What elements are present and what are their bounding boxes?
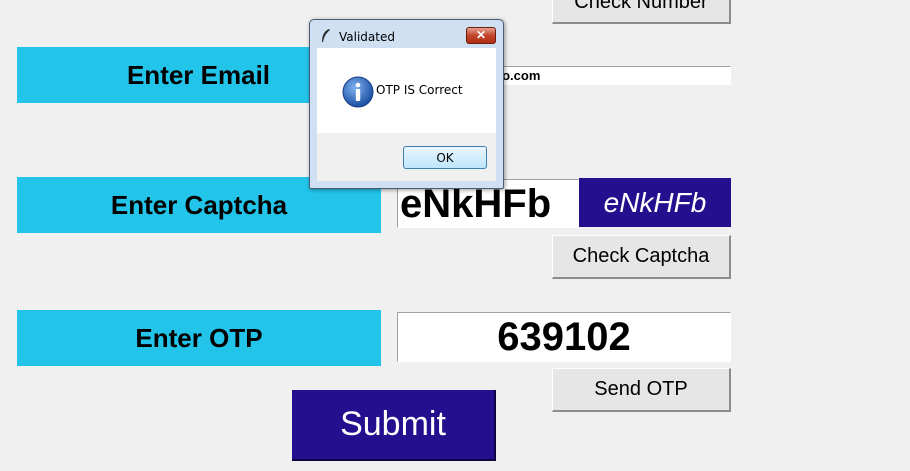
- otp-input[interactable]: 639102: [397, 312, 731, 362]
- check-captcha-label: Check Captcha: [572, 245, 710, 267]
- ok-label: OK: [436, 150, 454, 165]
- submit-label: Submit: [340, 405, 446, 443]
- ok-button[interactable]: OK: [403, 146, 487, 169]
- check-captcha-button[interactable]: Check Captcha: [552, 235, 731, 279]
- feather-icon: [322, 29, 330, 42]
- otp-value: 639102: [497, 314, 631, 359]
- validated-dialog: Validated ✕ OTP IS Correct OK: [309, 19, 504, 189]
- send-otp-button[interactable]: Send OTP: [552, 368, 731, 412]
- info-icon: [342, 76, 374, 108]
- check-number-label: Check Number: [574, 0, 708, 13]
- captcha-display: eNkHFb: [579, 178, 731, 227]
- submit-button[interactable]: Submit: [292, 390, 496, 461]
- close-button[interactable]: ✕: [466, 27, 496, 44]
- dialog-titlebar[interactable]: Validated ✕: [310, 20, 503, 48]
- dialog-title: Validated: [339, 30, 395, 44]
- close-icon: ✕: [475, 28, 487, 42]
- otp-label: Enter OTP: [17, 310, 381, 366]
- check-number-button[interactable]: Check Number: [552, 0, 731, 24]
- dialog-message: OTP IS Correct: [376, 83, 463, 97]
- captcha-display-text: eNkHFb: [603, 186, 707, 218]
- send-otp-label: Send OTP: [594, 378, 688, 400]
